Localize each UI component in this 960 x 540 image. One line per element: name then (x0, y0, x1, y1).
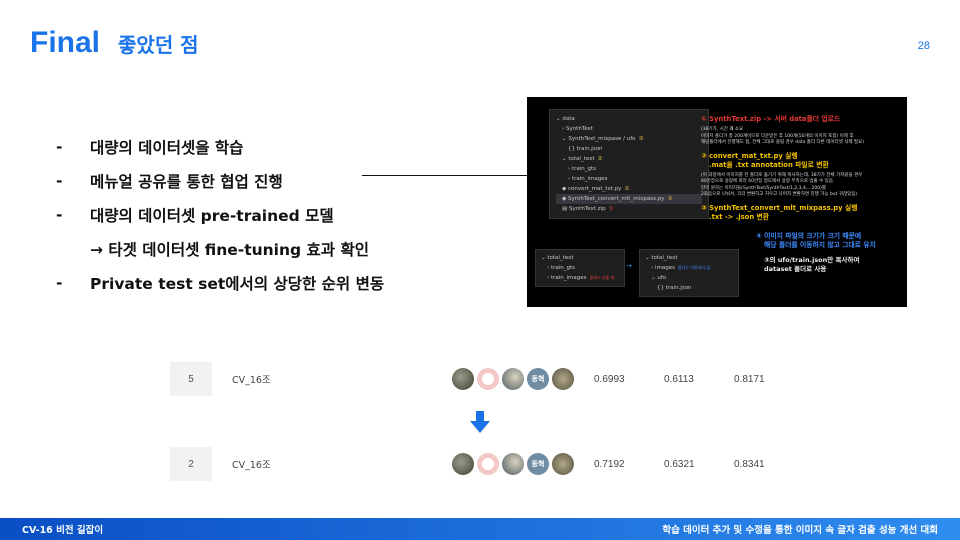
score-cell: 0.6993 (594, 373, 625, 385)
bullet-dash: - (56, 274, 63, 292)
bullet-text: → 타겟 데이터셋 fine-tuning 효과 확인 (90, 241, 369, 259)
tree-item: ⌄ total_text ② (562, 156, 603, 162)
score-cell: 0.6113 (664, 373, 694, 385)
tree-item: ◆ SynthText_convert_mlt_mixpass.py ③ (556, 194, 702, 204)
avatar (502, 453, 524, 475)
tree-item: {} train.json (657, 285, 692, 291)
tree-item: {} train.json (568, 146, 603, 152)
note-step5-line2: dataset 폴더로 사용 (764, 264, 827, 273)
note-step1-title: ① SynthText.zip -> 서버 data폴더 업로드 (701, 115, 841, 123)
avatar (452, 368, 474, 390)
tree-item: ⌄ ufo (651, 275, 667, 281)
leaderboard-row-after: 2 CV_16조 동혁 0.7192 0.6321 0.8341 (170, 447, 810, 481)
team-name: CV_16조 (232, 460, 271, 471)
arrow-right-icon: → (626, 262, 632, 270)
avatar-placeholder-icon (482, 373, 494, 385)
note-step2-sub: .mat을 .txt annotation 파일로 변환 (709, 160, 829, 169)
bullet-item: - 메뉴얼 공유를 통한 협업 진행 (56, 164, 516, 198)
title-main: Final (30, 26, 101, 59)
connector-line (362, 175, 527, 176)
note-step5-line1: ③의 ufo/train.json만 복사하여 (764, 255, 860, 264)
member-avatars: 동혁 (452, 453, 590, 475)
bullet-text: 메뉴얼 공유를 통한 협업 진행 (90, 173, 283, 191)
avatar (502, 368, 524, 390)
bullet-dash: - (56, 138, 63, 156)
avatar-placeholder-icon (482, 458, 494, 470)
footer-team-name: CV-16 비전 길잡이 (22, 525, 104, 536)
note-step2-title: ② convert_mat_txt.py 실행 (701, 151, 798, 160)
avatar (477, 368, 499, 390)
tree-item: › SynthText (562, 126, 593, 132)
embedded-screenshot: ⌄ data › SynthText ⌄ SynthText_mixpase /… (527, 97, 907, 307)
tree-item: › train_images 클래스 추출 데 (547, 275, 615, 281)
score-cell: 0.6321 (664, 458, 695, 470)
bullet-dash: - (56, 172, 63, 190)
bullet-list: - 대량의 데이터셋을 학습 - 메뉴얼 공유를 통한 협업 진행 - 대량의 … (56, 130, 516, 300)
bullet-item-sub: → 타겟 데이터셋 fine-tuning 효과 확인 (56, 232, 516, 266)
tree-item: › images 폴더는 이동하지 않 (651, 265, 710, 271)
note-step4-line2: 해당 폴더를 이동하지 않고 그대로 유지 (764, 240, 876, 249)
avatar: 동혁 (527, 368, 549, 390)
avatar: 동혁 (527, 453, 549, 475)
member-avatars: 동혁 (452, 368, 590, 390)
arrow-down-icon (470, 411, 490, 433)
avatar (552, 368, 574, 390)
note-text: 해당폴더에서 진행해도 됨, 전체 그대로 올릴 경우 data 폴더 다른 데… (701, 140, 864, 145)
bullet-item: - 대량의 데이터셋을 학습 (56, 130, 516, 164)
score-cell: 0.7192 (594, 458, 625, 470)
tree-item: ⌄ SynthText_mixpase / ufo ③ (562, 136, 644, 142)
bullet-item: - 대량의 데이터셋 pre-trained 모델 (56, 198, 516, 232)
tree-item: ⌄ total_text (645, 255, 678, 261)
footer-bar: CV-16 비전 길잡이 학습 데이터 추가 및 수정을 통한 이미지 속 글자… (0, 518, 960, 540)
footer-competition-title: 학습 데이터 추가 및 수정을 통한 이미지 속 글자 검출 성능 개선 대회 (662, 525, 938, 536)
rank-cell: 2 (170, 447, 212, 481)
tree-item: ⌄ data (556, 116, 575, 122)
page-number: 28 (917, 40, 930, 52)
team-name: CV_16조 (232, 375, 271, 386)
bullet-dash: - (56, 206, 63, 224)
rank-cell: 5 (170, 362, 212, 396)
note-text: 2묶음으로 나눠서, 각각 변환하고 지우고 나머지 변환하면 진행 가능 bu… (701, 192, 858, 197)
avatar (452, 453, 474, 475)
bullet-text: 대량의 데이터셋 pre-trained 모델 (90, 207, 334, 225)
avatar (552, 453, 574, 475)
avatar (477, 453, 499, 475)
bullet-text: 대량의 데이터셋을 학습 (90, 139, 244, 157)
bullet-item: - Private test set에서의 상당한 순위 변동 (56, 266, 516, 300)
note-step4-line1: ④ 이미지 파일의 크기가 크기 때문에 (756, 231, 862, 240)
note-step3-title: ③ SynthText_convert_mlt_mixpass.py 실행 (701, 203, 858, 212)
title-subtitle: 좋았던 점 (118, 33, 199, 57)
tree-item: ▤ SynthText.zip ① (562, 206, 614, 212)
file-tree-before: ⌄ total_text › train_gts › train_images 클… (535, 249, 625, 287)
bullet-text: Private test set에서의 상당한 순위 변동 (90, 275, 385, 293)
tree-item: ⌄ total_text (541, 255, 574, 261)
file-tree: ⌄ data › SynthText ⌄ SynthText_mixpase /… (549, 109, 709, 219)
score-cell: 0.8171 (734, 373, 765, 385)
note-step3-sub: .txt -> .json 변환 (709, 212, 770, 221)
score-cell: 0.8341 (734, 458, 765, 470)
file-tree-after: ⌄ total_text › images 폴더는 이동하지 않 ⌄ ufo {}… (639, 249, 739, 297)
leaderboard-row-before: 5 CV_16조 동혁 0.6993 0.6113 0.8171 (170, 362, 810, 396)
tree-item: ◆ convert_mat_txt.py ② (562, 186, 630, 192)
tree-item: › train_gts (568, 166, 597, 172)
slide-title: Final 좋았던 점 (30, 26, 199, 60)
tree-item: › train_gts (547, 265, 576, 271)
tree-item: › train_images (568, 176, 608, 182)
